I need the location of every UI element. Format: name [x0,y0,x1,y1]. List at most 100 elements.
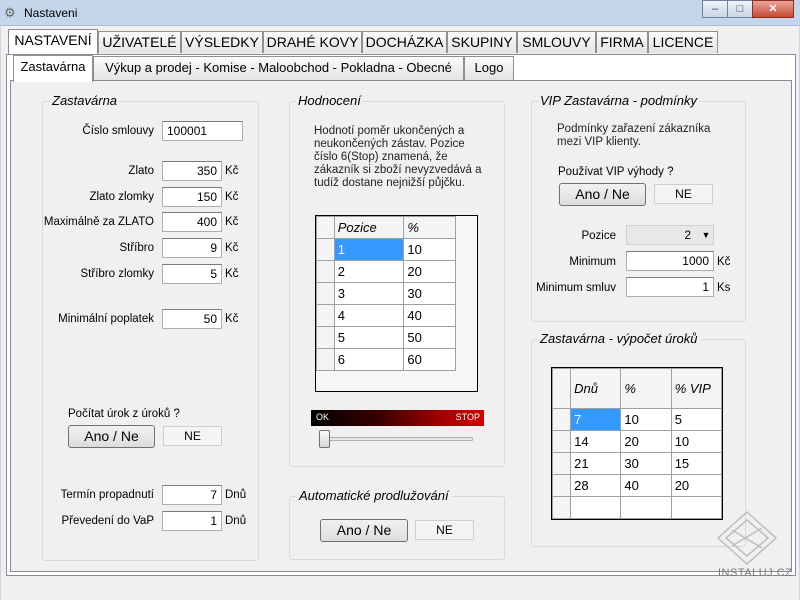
row-header-cell[interactable] [551,430,572,453]
row-header-cell[interactable] [316,326,335,349]
zlato-input[interactable]: 350 [162,161,222,181]
column-header-percent[interactable]: % [620,368,672,409]
row-header-cell[interactable] [316,304,335,327]
window-title: Nastaveni [24,6,78,20]
table-cell[interactable]: 20 [670,474,723,497]
table-cell[interactable]: 10 [670,430,723,453]
row-header-cell[interactable] [551,408,572,431]
maximize-button[interactable]: □ [727,0,753,18]
watermark-text: INSTALUJ.CZ [718,567,793,579]
max-zlato-input[interactable]: 400 [162,212,222,232]
minimum-input[interactable]: 1000 [626,251,714,271]
zlato-zlomky-unit: Kč [225,191,239,203]
stribro-zlomky-input[interactable]: 5 [162,264,222,284]
table-cell[interactable]: 5 [670,408,723,431]
rating-slider-track[interactable] [320,437,473,441]
tab-uzivatele[interactable]: UŽIVATELÉ [98,31,181,53]
row-header-cell[interactable] [316,238,335,261]
vip-question-label: Používat VIP výhody ? [558,166,674,178]
automaticke-state: NE [415,520,474,540]
tab-nastaveni[interactable]: NASTAVENÍ [8,29,98,54]
chevron-down-icon[interactable]: ▼ [699,226,713,244]
row-header-cell[interactable] [316,348,335,371]
table-cell[interactable]: 15 [670,452,723,475]
table-cell[interactable]: 21 [570,452,622,475]
tab-drahe-kovy[interactable]: DRAHÉ KOVY [263,31,362,53]
subtab-zastavarna[interactable]: Zastavárna [13,55,93,82]
table-cell[interactable]: 10 [620,408,672,431]
row-header-cell[interactable] [551,496,572,519]
vip-state: NE [654,184,713,204]
table-cell[interactable]: 30 [403,282,456,305]
tab-dochazka[interactable]: DOCHÁZKA [362,31,447,53]
subtab-logo[interactable]: Logo [464,56,514,80]
row-header-cell[interactable] [551,452,572,475]
table-cell[interactable]: 60 [403,348,456,371]
table-row[interactable]: 4 40 [316,304,456,327]
vip-button[interactable]: Ano / Ne [559,183,646,206]
table-cell[interactable]: 20 [620,430,672,453]
table-cell[interactable]: 10 [403,238,456,261]
zlato-label: Zlato [128,165,154,177]
column-header-pozice[interactable]: Pozice [333,216,405,239]
min-poplatek-unit: Kč [225,313,239,325]
tab-smlouvy[interactable]: SMLOUVY [517,31,596,53]
column-header-percent[interactable]: % [403,216,456,239]
zlato-zlomky-input[interactable]: 150 [162,187,222,207]
table-header-row: Pozice % [316,216,456,239]
pocitat-urok-button[interactable]: Ano / Ne [68,425,155,448]
minimum-smluv-input[interactable]: 1 [626,277,714,297]
close-button[interactable]: ✕ [752,0,794,18]
table-row[interactable]: 28 40 20 [551,474,723,497]
stribro-input[interactable]: 9 [162,238,222,258]
table-cell[interactable]: 40 [620,474,672,497]
table-cell[interactable]: 6 [333,348,405,371]
table-cell[interactable]: 7 [570,408,622,431]
row-header-cell[interactable] [551,474,572,497]
table-cell[interactable]: 20 [403,260,456,283]
row-header-cell [316,216,335,239]
subtab-vykup-prodej[interactable]: Výkup a prodej - Komise - Maloobchod - P… [93,56,464,80]
table-cell[interactable] [570,496,622,519]
automaticke-button[interactable]: Ano / Ne [320,519,408,542]
tab-firma[interactable]: FIRMA [596,31,648,53]
minimum-label: Minimum [569,256,616,268]
pocitat-urok-state: NE [163,426,222,446]
table-row[interactable] [551,496,723,519]
table-row[interactable]: 5 50 [316,326,456,349]
table-row[interactable]: 2 20 [316,260,456,283]
column-header-dnu[interactable]: Dnů [570,368,622,409]
table-cell[interactable]: 5 [333,326,405,349]
table-cell[interactable]: 2 [333,260,405,283]
table-header-row: Dnů % % VIP [551,368,723,409]
gear-icon: ⚙ [4,5,16,20]
table-cell[interactable]: 4 [333,304,405,327]
tab-vysledky[interactable]: VÝSLEDKY [181,31,263,53]
row-header-cell[interactable] [316,282,335,305]
prevedeni-input[interactable]: 1 [162,511,222,531]
table-cell[interactable]: 28 [570,474,622,497]
table-cell[interactable]: 30 [620,452,672,475]
min-poplatek-input[interactable]: 50 [162,309,222,329]
table-cell[interactable]: 14 [570,430,622,453]
table-row[interactable]: 14 20 10 [551,430,723,453]
table-row[interactable]: 21 30 15 [551,452,723,475]
table-cell[interactable]: 1 [333,238,405,261]
tab-licence[interactable]: LICENCE [648,31,718,53]
table-row[interactable]: 3 30 [316,282,456,305]
column-header-percent-vip[interactable]: % VIP [670,368,723,409]
table-row[interactable]: 1 10 [316,238,456,261]
termin-input[interactable]: 7 [162,485,222,505]
cislo-smlouvy-input[interactable]: 100001 [162,121,243,141]
table-row[interactable]: 7 10 5 [551,408,723,431]
table-cell[interactable] [620,496,672,519]
hodnoceni-note: Hodnotí poměr ukončených a neukončených … [314,125,482,189]
tab-skupiny[interactable]: SKUPINY [447,31,517,53]
table-cell[interactable]: 50 [403,326,456,349]
table-cell[interactable]: 3 [333,282,405,305]
table-cell[interactable]: 40 [403,304,456,327]
minimize-button[interactable]: – [702,0,728,18]
row-header-cell[interactable] [316,260,335,283]
rating-slider-handle[interactable] [319,430,330,448]
table-row[interactable]: 6 60 [316,348,456,371]
